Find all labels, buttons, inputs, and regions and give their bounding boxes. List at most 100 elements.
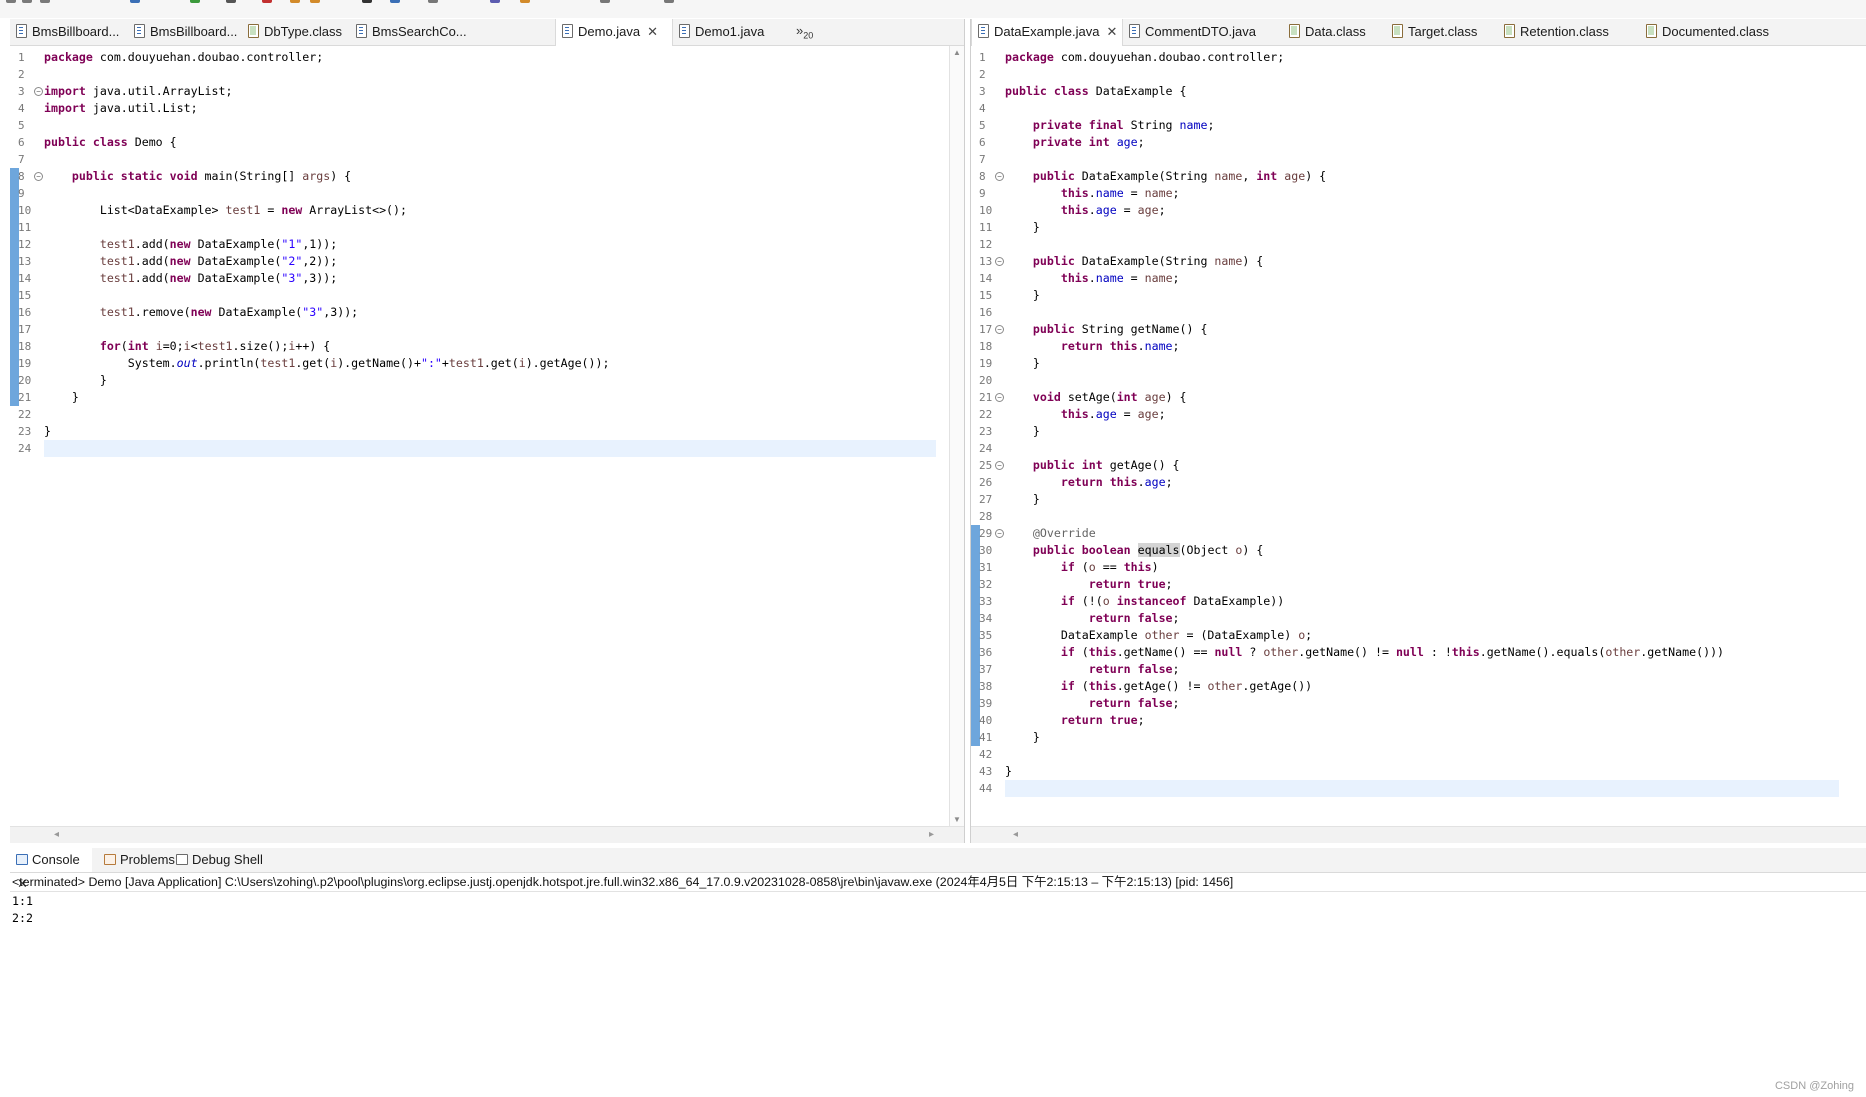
toolbar-button[interactable] (6, 0, 16, 3)
code-line[interactable]: private int age; (1005, 134, 1839, 151)
code-line[interactable]: this.age = age; (1005, 202, 1839, 219)
code-line[interactable]: test1.remove(new DataExample("3",3)); (44, 304, 936, 321)
code-line[interactable] (44, 321, 936, 338)
console-output-line[interactable]: 1:1 (12, 893, 33, 910)
toolbar-button[interactable] (362, 0, 372, 3)
code-line[interactable]: public String getName() { (1005, 321, 1839, 338)
fold-toggle-icon[interactable]: − (34, 172, 43, 181)
code-line[interactable]: @Override (1005, 525, 1839, 542)
code-line[interactable] (1005, 746, 1839, 763)
code-line[interactable]: void setAge(int age) { (1005, 389, 1839, 406)
code-line[interactable]: return false; (1005, 661, 1839, 678)
code-line[interactable] (44, 151, 936, 168)
code-line[interactable]: } (44, 423, 936, 440)
code-line[interactable] (44, 287, 936, 304)
tab-console[interactable]: Console✕ (10, 848, 92, 891)
code-line[interactable]: public boolean equals(Object o) { (1005, 542, 1839, 559)
toolbar-button[interactable] (600, 0, 610, 3)
code-line[interactable] (1005, 66, 1839, 83)
code-line[interactable] (1005, 780, 1839, 797)
code-line[interactable]: } (1005, 763, 1839, 780)
close-icon[interactable]: ✕ (1107, 19, 1118, 45)
code-line[interactable] (44, 117, 936, 134)
tab-documented-class[interactable]: Documented.class (1640, 19, 1800, 45)
scroll-right-arrow-icon[interactable]: ▸ (929, 829, 934, 840)
code-line[interactable]: public int getAge() { (1005, 457, 1839, 474)
code-line[interactable] (44, 219, 936, 236)
toolbar-button[interactable] (310, 0, 320, 3)
code-line[interactable] (1005, 100, 1839, 117)
fold-toggle-icon[interactable]: − (995, 257, 1004, 266)
code-line[interactable] (1005, 508, 1839, 525)
fold-toggle-icon[interactable]: − (995, 393, 1004, 402)
code-line[interactable] (1005, 440, 1839, 457)
scroll-left-arrow-icon[interactable]: ◂ (54, 829, 59, 840)
fold-toggle-icon[interactable]: − (995, 461, 1004, 470)
tab-demo1-java[interactable]: Demo1.java (673, 19, 769, 45)
tab-commentdto-java[interactable]: CommentDTO.java (1123, 19, 1271, 45)
code-line[interactable]: DataExample other = (DataExample) o; (1005, 627, 1839, 644)
code-line[interactable]: import java.util.ArrayList; (44, 83, 936, 100)
code-line[interactable] (44, 440, 936, 457)
code-line[interactable]: public DataExample(String name) { (1005, 253, 1839, 270)
toolbar-button[interactable] (428, 0, 438, 3)
tab-problems[interactable]: Problems (98, 848, 178, 872)
horizontal-scrollbar[interactable]: ◂ ▸ (10, 826, 964, 843)
code-line[interactable]: if (this.getName() == null ? other.getNa… (1005, 644, 1839, 661)
code-line[interactable]: } (1005, 355, 1839, 372)
toolbar-button[interactable] (22, 0, 32, 3)
console-output-line[interactable]: 2:2 (12, 910, 33, 927)
fold-toggle-icon[interactable]: − (995, 325, 1004, 334)
tab-demo-java[interactable]: Demo.java ✕ (555, 19, 673, 46)
scroll-down-arrow-icon[interactable]: ▼ (953, 815, 961, 825)
code-line[interactable]: return true; (1005, 576, 1839, 593)
toolbar-button[interactable] (490, 0, 500, 3)
code-line[interactable]: return true; (1005, 712, 1839, 729)
code-line[interactable]: public class Demo { (44, 134, 936, 151)
code-line[interactable]: } (1005, 219, 1839, 236)
code-line[interactable]: for(int i=0;i<test1.size();i++) { (44, 338, 936, 355)
vertical-scrollbar[interactable]: ▲ ▼ (949, 46, 964, 827)
tab-debug-shell[interactable]: Debug Shell (170, 848, 270, 872)
code-line[interactable] (44, 185, 936, 202)
toolbar-button[interactable] (130, 0, 140, 3)
code-line[interactable]: import java.util.List; (44, 100, 936, 117)
code-line[interactable]: if (this.getAge() != other.getAge()) (1005, 678, 1839, 695)
code-line[interactable] (1005, 236, 1839, 253)
toolbar-button[interactable] (390, 0, 400, 3)
tab-target-class[interactable]: Target.class (1386, 19, 1494, 45)
code-line[interactable]: } (1005, 491, 1839, 508)
code-line[interactable]: package com.douyuehan.doubao.controller; (1005, 49, 1839, 66)
code-line[interactable]: } (1005, 423, 1839, 440)
tab-retention-class[interactable]: Retention.class (1498, 19, 1632, 45)
toolbar-button[interactable] (190, 0, 200, 3)
scroll-up-arrow-icon[interactable]: ▲ (953, 48, 961, 58)
tab-dbtype-class[interactable]: DbType.class (242, 19, 348, 45)
code-line[interactable]: return this.name; (1005, 338, 1839, 355)
tab-overflow-button[interactable]: »20 (796, 19, 813, 45)
code-line[interactable]: if (o == this) (1005, 559, 1839, 576)
code-line[interactable]: List<DataExample> test1 = new ArrayList<… (44, 202, 936, 219)
code-line[interactable]: this.name = name; (1005, 185, 1839, 202)
toolbar-button[interactable] (520, 0, 530, 3)
code-line[interactable]: System.out.println(test1.get(i).getName(… (44, 355, 936, 372)
toolbar-button[interactable] (664, 0, 674, 3)
toolbar-button[interactable] (262, 0, 272, 3)
code-line[interactable]: } (1005, 287, 1839, 304)
code-line[interactable] (44, 66, 936, 83)
code-line[interactable]: } (44, 389, 936, 406)
fold-toggle-icon[interactable]: − (995, 529, 1004, 538)
code-line[interactable]: test1.add(new DataExample("3",3)); (44, 270, 936, 287)
code-line[interactable]: if (!(o instanceof DataExample)) (1005, 593, 1839, 610)
code-line[interactable] (1005, 304, 1839, 321)
tab-dataexample-java[interactable]: DataExample.java ✕ (971, 19, 1123, 46)
horizontal-scrollbar[interactable]: ◂ (971, 826, 1866, 843)
toolbar-button[interactable] (226, 0, 236, 3)
code-line[interactable]: this.age = age; (1005, 406, 1839, 423)
code-line[interactable]: private final String name; (1005, 117, 1839, 134)
scroll-left-arrow-icon[interactable]: ◂ (1013, 829, 1018, 840)
code-line[interactable]: } (44, 372, 936, 389)
code-line[interactable] (1005, 151, 1839, 168)
code-line[interactable]: public DataExample(String name, int age)… (1005, 168, 1839, 185)
code-line[interactable]: test1.add(new DataExample("1",1)); (44, 236, 936, 253)
